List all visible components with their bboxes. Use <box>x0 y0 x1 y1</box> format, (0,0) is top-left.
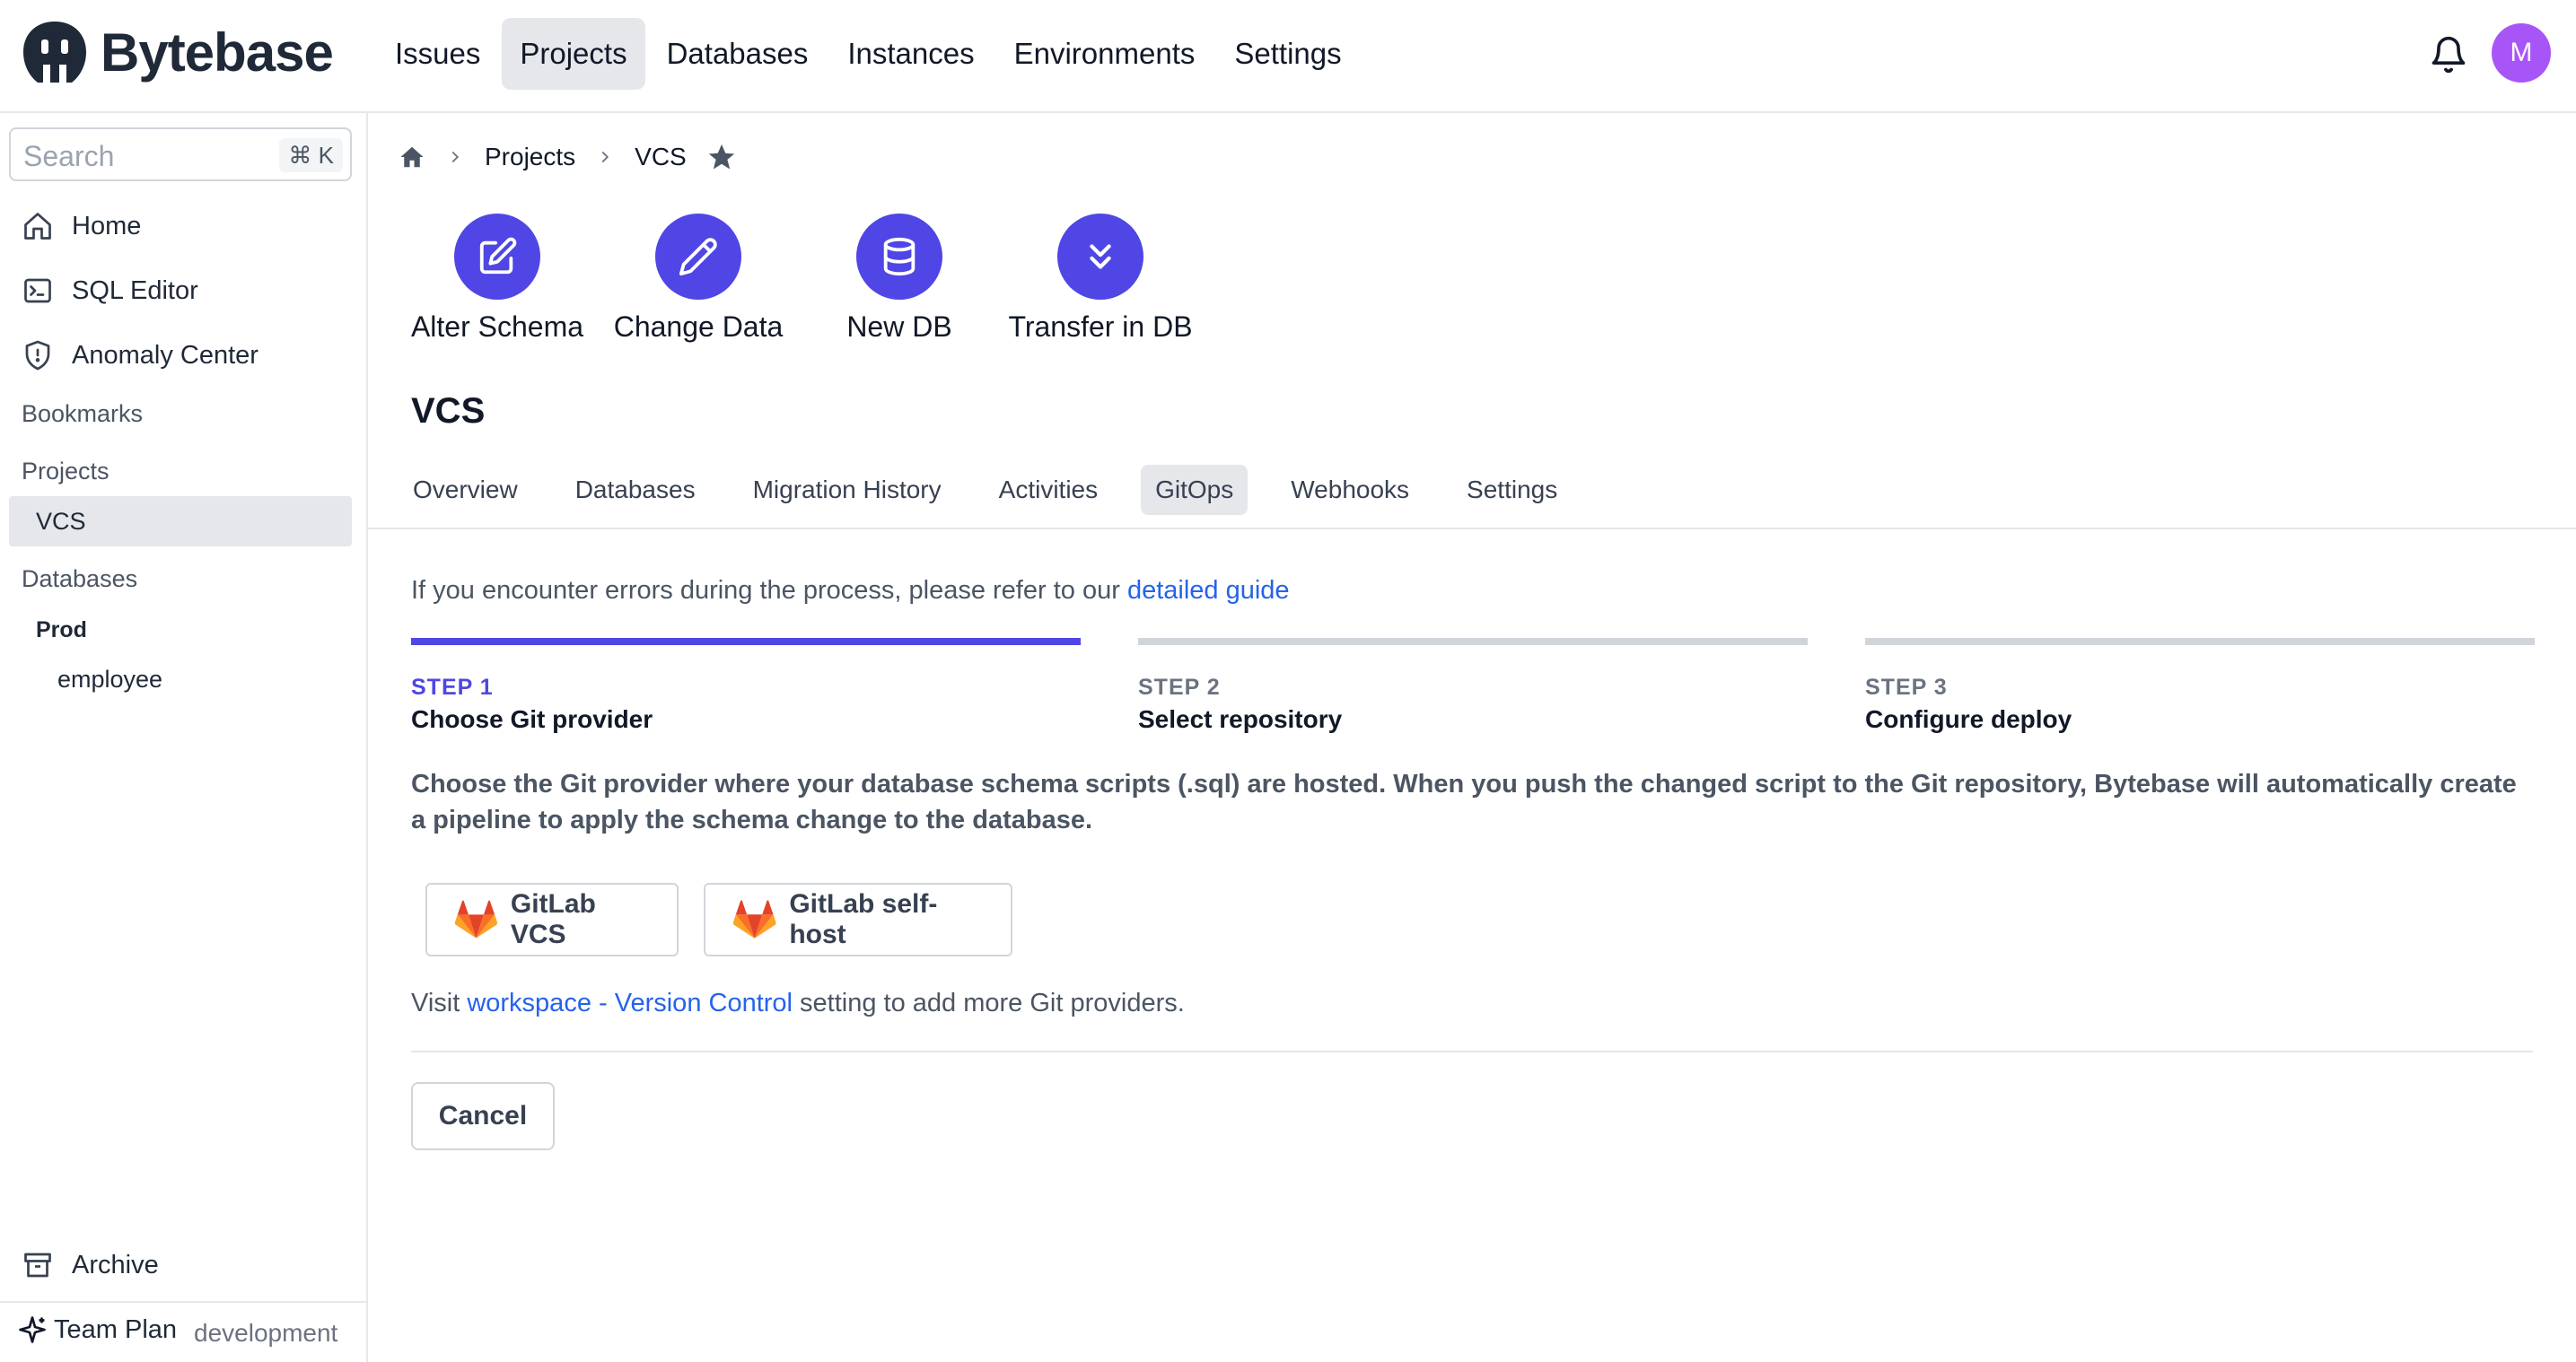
nav-projects[interactable]: Projects <box>502 18 645 90</box>
page-title: VCS <box>411 391 486 431</box>
pencil-icon <box>679 238 717 276</box>
quick-action-label: Alter Schema <box>410 310 584 343</box>
bytebase-logo[interactable]: Bytebase <box>20 20 334 84</box>
sidebar-item-label: Anomaly Center <box>72 340 258 370</box>
step-description: Choose the Git provider where your datab… <box>411 770 2517 834</box>
search-placeholder: Search <box>23 140 115 172</box>
sidebar-section-databases[interactable]: Databases <box>22 565 137 593</box>
step-3-progress <box>1865 638 2535 645</box>
step-3-title: Configure deploy <box>1865 705 2072 733</box>
tab-activities[interactable]: Activities <box>985 465 1112 515</box>
sidebar-item-label: Archive <box>72 1250 159 1279</box>
cancel-button[interactable]: Cancel <box>411 1082 555 1150</box>
edit-square-icon <box>479 237 517 275</box>
tabs-divider <box>368 528 2576 529</box>
chevron-right-icon <box>451 151 460 163</box>
database-icon <box>883 237 916 276</box>
provider-label: GitLab VCS <box>510 889 596 949</box>
nav-issues[interactable]: Issues <box>377 18 498 90</box>
shield-icon <box>25 340 50 371</box>
tab-overview[interactable]: Overview <box>399 465 532 515</box>
sidebar-item-sql-editor[interactable]: SQL Editor <box>22 275 198 307</box>
chevron-right-icon <box>601 151 609 163</box>
tab-databases[interactable]: Databases <box>561 465 710 515</box>
nav-environments[interactable]: Environments <box>996 18 1214 90</box>
sidebar-item-employee[interactable]: employee <box>57 666 162 694</box>
chevrons-down-icon <box>1090 244 1111 269</box>
project-tabs: Overview Databases Migration History Act… <box>399 465 1572 515</box>
visit-text: Visit workspace - Version Control settin… <box>411 989 1185 1018</box>
home-icon <box>24 213 51 240</box>
breadcrumb-projects[interactable]: Projects <box>485 143 575 171</box>
provider-label: GitLab self-host <box>789 889 938 949</box>
visit-prefix: Visit <box>411 989 468 1017</box>
home-icon[interactable] <box>399 144 425 170</box>
quick-action-transfer-in-db[interactable]: Transfer in DB <box>996 214 1205 344</box>
sidebar: Search ⌘ K Home SQL Editor Anomaly Cente… <box>0 113 368 1362</box>
tab-migration-history[interactable]: Migration History <box>739 465 956 515</box>
step-1-title: Choose Git provider <box>411 705 653 733</box>
avatar[interactable]: M <box>2492 23 2551 83</box>
alter-schema-button[interactable] <box>454 214 540 300</box>
step-2-title: Select repository <box>1138 705 1343 733</box>
detailed-guide-link[interactable]: detailed guide <box>1127 576 1290 605</box>
step-2-progress <box>1138 638 1808 645</box>
nav-settings[interactable]: Settings <box>1216 18 1359 90</box>
search-shortcut: ⌘ K <box>279 138 343 172</box>
version-control-link[interactable]: workspace - Version Control <box>467 989 793 1017</box>
top-bar: Bytebase Issues Projects Databases Insta… <box>0 0 2576 113</box>
top-nav: Issues Projects Databases Instances Envi… <box>377 18 1360 90</box>
nav-instances[interactable]: Instances <box>829 18 992 90</box>
sidebar-section-bookmarks[interactable]: Bookmarks <box>22 400 143 428</box>
change-data-button[interactable] <box>655 214 741 300</box>
star-icon[interactable] <box>706 142 737 172</box>
gitlab-icon <box>454 900 498 939</box>
gitlab-icon <box>732 900 776 939</box>
quick-action-alter-schema[interactable]: Alter Schema <box>409 214 585 344</box>
sidebar-item-anomaly-center[interactable]: Anomaly Center <box>22 339 258 371</box>
bell-icon[interactable] <box>2429 34 2468 75</box>
sidebar-section-projects[interactable]: Projects <box>22 458 110 485</box>
transfer-in-db-button[interactable] <box>1057 214 1143 300</box>
info-text: If you encounter errors during the proce… <box>411 576 1290 606</box>
sidebar-item-home[interactable]: Home <box>22 210 141 242</box>
quick-action-new-db[interactable]: New DB <box>811 214 987 344</box>
team-plan-link[interactable]: Team Plan <box>16 1314 177 1346</box>
sidebar-item-archive[interactable]: Archive <box>22 1249 159 1281</box>
info-prefix: If you encounter errors during the proce… <box>411 576 1127 605</box>
step-1-progress <box>411 638 1081 645</box>
gitlab-vcs-button[interactable]: GitLab VCS <box>425 883 679 956</box>
search-input[interactable]: Search ⌘ K <box>9 127 352 181</box>
step-3-number: STEP 3 <box>1865 675 1948 700</box>
sidebar-item-label: Home <box>72 211 142 240</box>
gitlab-self-host-button[interactable]: GitLab self-host <box>704 883 1012 956</box>
divider <box>411 1051 2533 1052</box>
brand-name: Bytebase <box>101 22 334 83</box>
quick-action-label: Transfer in DB <box>1008 310 1193 343</box>
sparkle-icon <box>19 1316 46 1343</box>
sidebar-env-prod[interactable]: Prod <box>36 617 87 643</box>
nav-databases[interactable]: Databases <box>649 18 827 90</box>
tab-settings[interactable]: Settings <box>1452 465 1572 515</box>
quick-action-change-data[interactable]: Change Data <box>610 214 786 344</box>
tab-webhooks[interactable]: Webhooks <box>1276 465 1424 515</box>
tab-gitops[interactable]: GitOps <box>1141 465 1249 515</box>
visit-suffix: setting to add more Git providers. <box>792 989 1185 1017</box>
bytebase-logo-icon <box>23 22 86 83</box>
quick-action-label: New DB <box>846 310 952 343</box>
archive-icon <box>24 1253 51 1278</box>
sidebar-divider <box>0 1301 368 1303</box>
team-plan-label: Team Plan <box>54 1314 178 1344</box>
sidebar-item-label: SQL Editor <box>72 275 198 305</box>
step-1-number: STEP 1 <box>411 675 494 700</box>
step-2-number: STEP 2 <box>1138 675 1221 700</box>
terminal-icon <box>24 278 51 303</box>
breadcrumb-current: VCS <box>635 143 687 170</box>
breadcrumb: Projects VCS <box>399 142 737 172</box>
quick-action-label: Change Data <box>613 310 784 343</box>
environment-label: development <box>194 1319 338 1347</box>
new-db-button[interactable] <box>856 214 942 300</box>
sidebar-item-vcs[interactable]: VCS <box>36 508 86 536</box>
